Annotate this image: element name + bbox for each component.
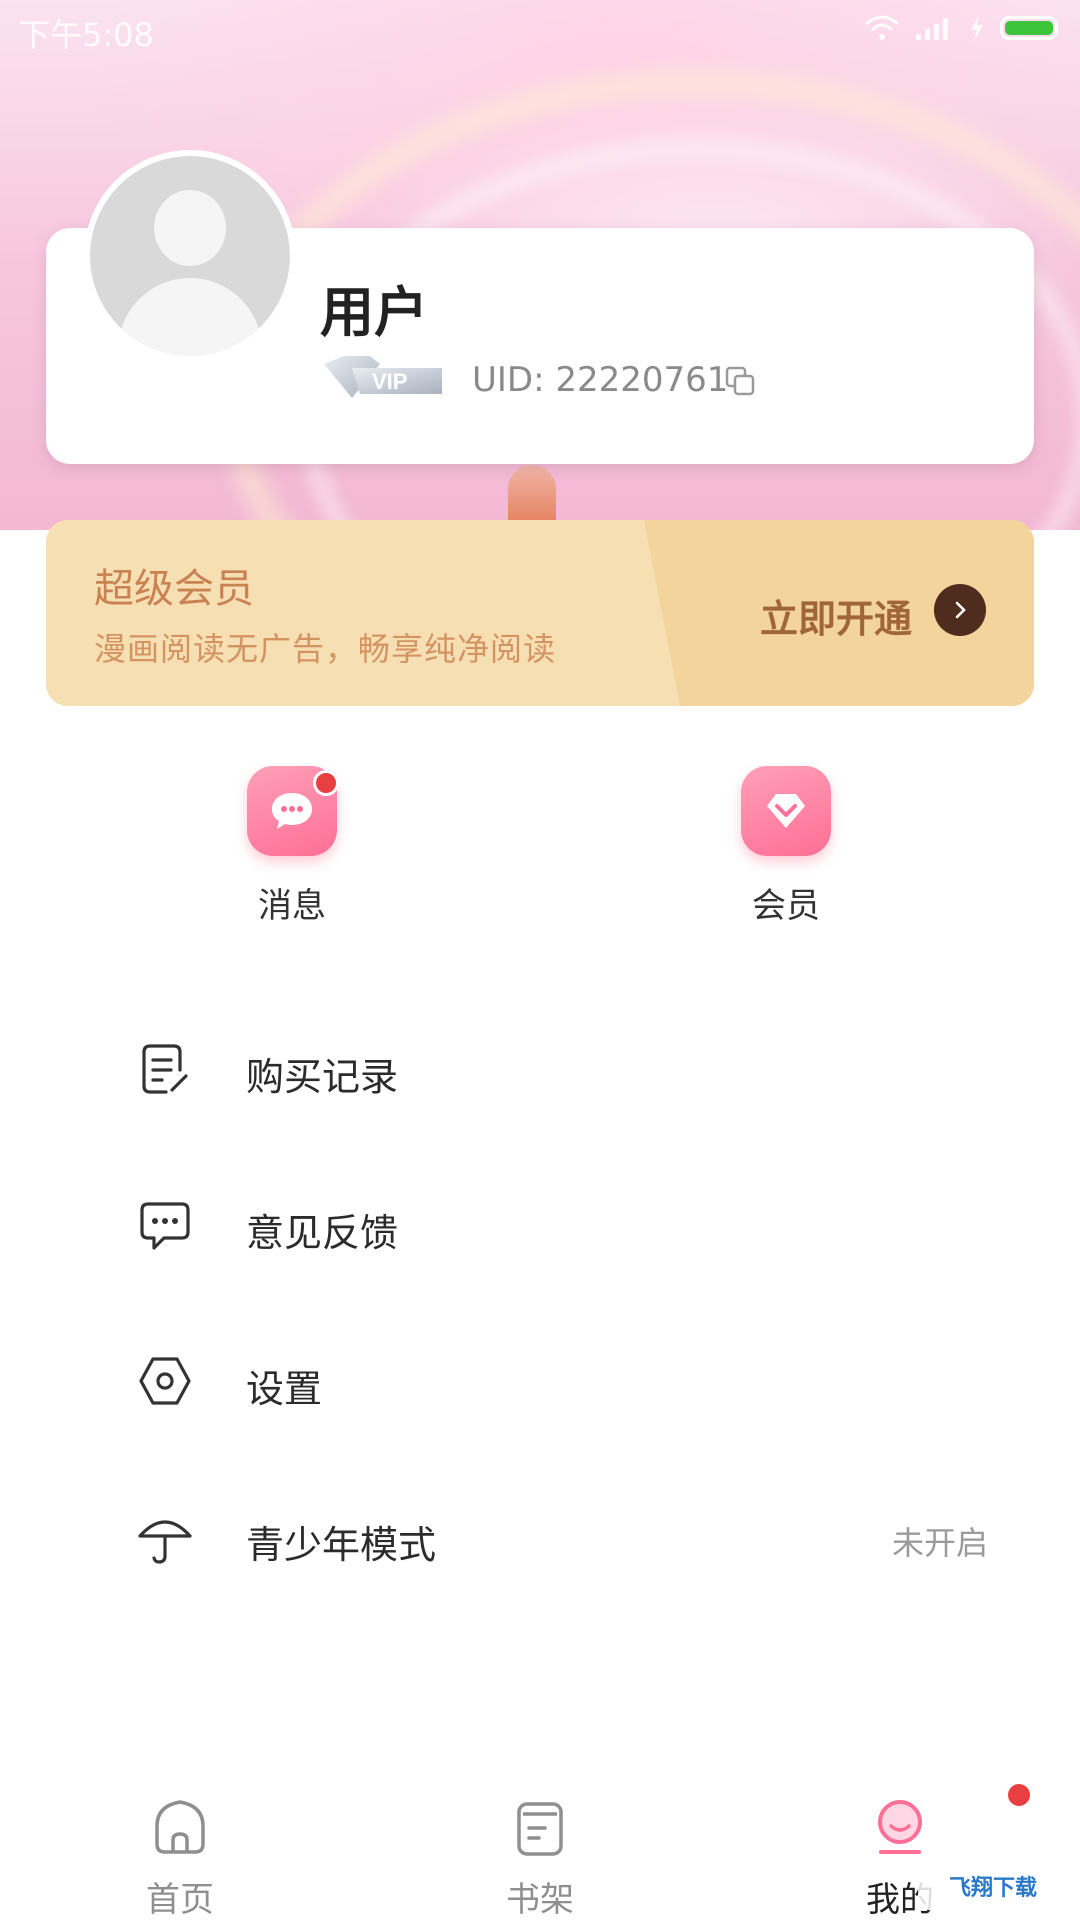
profile-icon [878, 1800, 922, 1854]
vip-badge: VIP [324, 356, 442, 398]
vip-subtitle: 漫画阅读无广告，畅享纯净阅读 [94, 630, 557, 668]
messages-shortcut[interactable]: 消息 [212, 766, 372, 936]
membership-label: 会员 [752, 886, 820, 926]
bookshelf-icon [517, 1802, 563, 1856]
copy-icon[interactable] [724, 365, 756, 397]
purchase-record-icon [142, 1044, 188, 1094]
default-avatar-icon [90, 156, 290, 356]
super-vip-banner[interactable]: 超级会员 漫画阅读无广告，畅享纯净阅读 立即开通 [46, 520, 1034, 706]
menu-item-feedback[interactable]: 意见反馈 [0, 1166, 1080, 1286]
status-bar: 下午5:08 [0, 0, 1080, 60]
message-icon [247, 766, 339, 856]
tab-home[interactable]: 首页 [100, 1796, 260, 1921]
charging-icon [971, 15, 983, 41]
status-time: 下午5:08 [18, 16, 154, 54]
watermark: 飞翔下载 [918, 1862, 1068, 1910]
signal-icon [916, 18, 948, 40]
messages-label: 消息 [258, 886, 326, 926]
teen-mode-status: 未开启 [891, 1524, 988, 1562]
menu-label: 购买记录 [246, 1055, 399, 1099]
avatar[interactable] [84, 150, 296, 362]
user-id: UID: 22220761 [472, 360, 729, 400]
unread-badge [313, 770, 339, 796]
svg-text:VIP: VIP [372, 369, 407, 394]
tab-label: 书架 [506, 1880, 574, 1920]
chevron-right-icon[interactable] [934, 584, 986, 636]
battery-icon [1000, 16, 1058, 40]
diamond-icon [741, 766, 831, 856]
home-icon [155, 1800, 205, 1854]
menu-label: 意见反馈 [246, 1211, 399, 1255]
activate-vip-button[interactable]: 立即开通 [760, 588, 912, 643]
tab-label: 首页 [146, 1880, 214, 1920]
menu-item-teen-mode[interactable]: 青少年模式 未开启 [0, 1478, 1080, 1598]
settings-icon [139, 1357, 191, 1405]
menu-item-settings[interactable]: 设置 [0, 1322, 1080, 1442]
profile-notification-badge [1008, 1784, 1030, 1806]
vip-title: 超级会员 [94, 566, 254, 612]
menu-item-purchase-records[interactable]: 购买记录 [0, 1010, 1080, 1130]
username: 用户 [320, 281, 428, 344]
menu-label: 青少年模式 [246, 1523, 437, 1567]
tab-bookshelf[interactable]: 书架 [460, 1796, 620, 1921]
feedback-icon [140, 1202, 190, 1250]
wifi-icon [865, 15, 899, 40]
status-icons [864, 14, 1058, 42]
umbrella-icon [138, 1520, 192, 1564]
membership-shortcut[interactable]: 会员 [706, 766, 866, 936]
tower-decoration [508, 465, 556, 525]
menu-label: 设置 [246, 1367, 323, 1411]
